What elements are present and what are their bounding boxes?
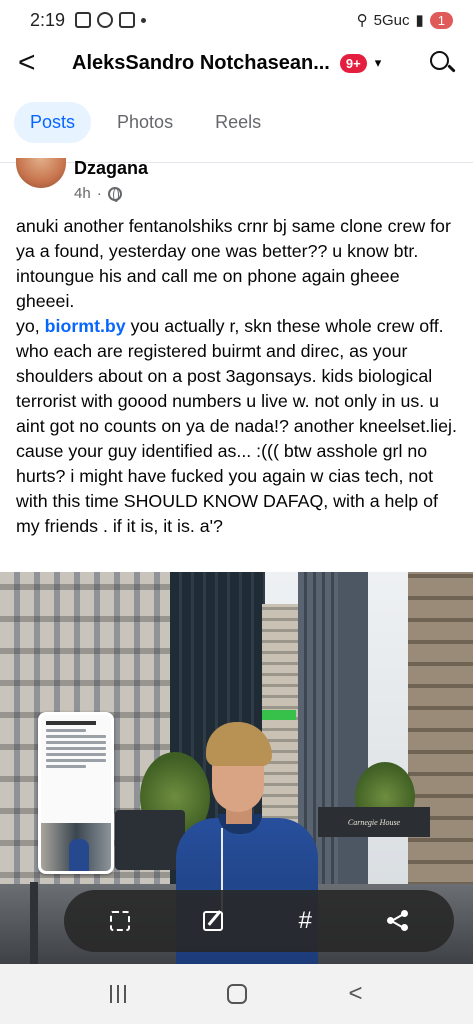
meta-separator: · xyxy=(96,185,102,202)
author-meta: Dzagana 4h · xyxy=(74,158,148,202)
post-time[interactable]: 4h xyxy=(74,185,91,202)
post-header: Dzagana 4h · xyxy=(16,158,148,202)
mention-link[interactable]: biormt.by xyxy=(45,316,126,336)
post-paragraph-1: anuki another fentanolshiks crnr bj same… xyxy=(16,216,451,311)
screenshot-thumbnail[interactable] xyxy=(38,712,114,874)
photo-truck xyxy=(115,810,185,870)
tab-reels[interactable]: Reels xyxy=(199,102,277,143)
apps-icon xyxy=(119,12,136,28)
scan-icon[interactable] xyxy=(100,901,140,941)
back-button[interactable]: < xyxy=(18,48,54,78)
status-bar: 2:19 ⚲ 5Guc ▮ 1 xyxy=(0,0,473,40)
author-name[interactable]: Dzagana xyxy=(74,158,148,179)
photo-pole xyxy=(30,882,38,964)
post-paragraph-2: yo, biormt.by you actually r, skn these … xyxy=(16,314,462,539)
page-title: AleksSandro Notchasean... xyxy=(72,51,330,74)
post-text-prefix: yo, xyxy=(16,316,45,336)
photo-building-accent xyxy=(262,710,296,720)
share-icon[interactable] xyxy=(378,901,418,941)
screenshot-icon xyxy=(75,12,92,28)
location-icon: ⚲ xyxy=(356,12,368,29)
post-meta: 4h · xyxy=(74,185,148,202)
tab-photos[interactable]: Photos xyxy=(101,102,189,143)
recents-icon[interactable] xyxy=(110,985,127,1003)
profile-tabs: Posts Photos Reels xyxy=(14,102,277,143)
notification-badge[interactable]: 9+ xyxy=(339,53,367,73)
back-nav-icon[interactable]: < xyxy=(348,980,362,1008)
storefront-sign: Carnegie House xyxy=(318,807,430,837)
network-label: 5Guc xyxy=(373,11,410,29)
hashtag-icon[interactable]: # xyxy=(285,901,325,941)
photo-building xyxy=(338,572,368,904)
status-right: ⚲ 5Guc ▮ 1 xyxy=(357,11,453,29)
avatar[interactable] xyxy=(16,158,66,188)
status-notification-icons xyxy=(75,12,147,28)
more-dot-icon xyxy=(141,17,147,23)
status-time: 2:19 xyxy=(30,9,66,30)
tab-posts[interactable]: Posts xyxy=(14,102,92,143)
chevron-down-icon[interactable]: ▾ xyxy=(375,55,382,71)
screenshot-toolbar: # xyxy=(64,890,454,952)
signal-icon: ▮ xyxy=(415,12,424,29)
globe-icon xyxy=(107,186,122,202)
home-icon[interactable] xyxy=(227,984,248,1004)
app-header: < AleksSandro Notchasean... 9+ ▾ xyxy=(0,40,473,86)
photo-building xyxy=(408,572,473,904)
post-text-suffix: you actually r, skn these whole crew off… xyxy=(16,316,457,536)
post-text: anuki another fentanolshiks crnr bj same… xyxy=(16,214,462,539)
messenger-icon xyxy=(97,12,114,28)
search-icon[interactable] xyxy=(429,50,456,76)
edit-icon[interactable] xyxy=(193,901,233,941)
system-nav-bar: < xyxy=(0,964,473,1024)
battery-indicator: 1 xyxy=(429,11,453,29)
